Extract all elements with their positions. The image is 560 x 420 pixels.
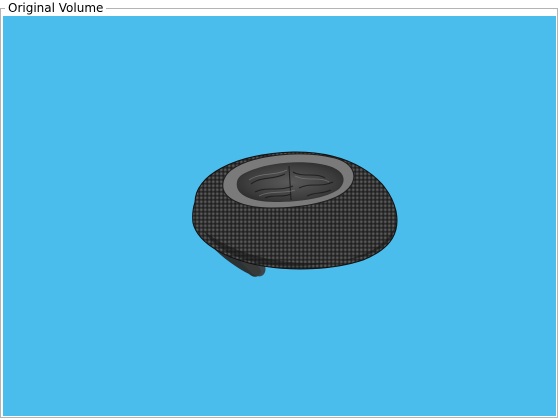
- volume-viewport[interactable]: [3, 16, 556, 416]
- volume-canvas[interactable]: [3, 16, 556, 416]
- volume-viewer-window: Original Volume: [0, 0, 560, 420]
- panel-title: Original Volume: [5, 1, 107, 15]
